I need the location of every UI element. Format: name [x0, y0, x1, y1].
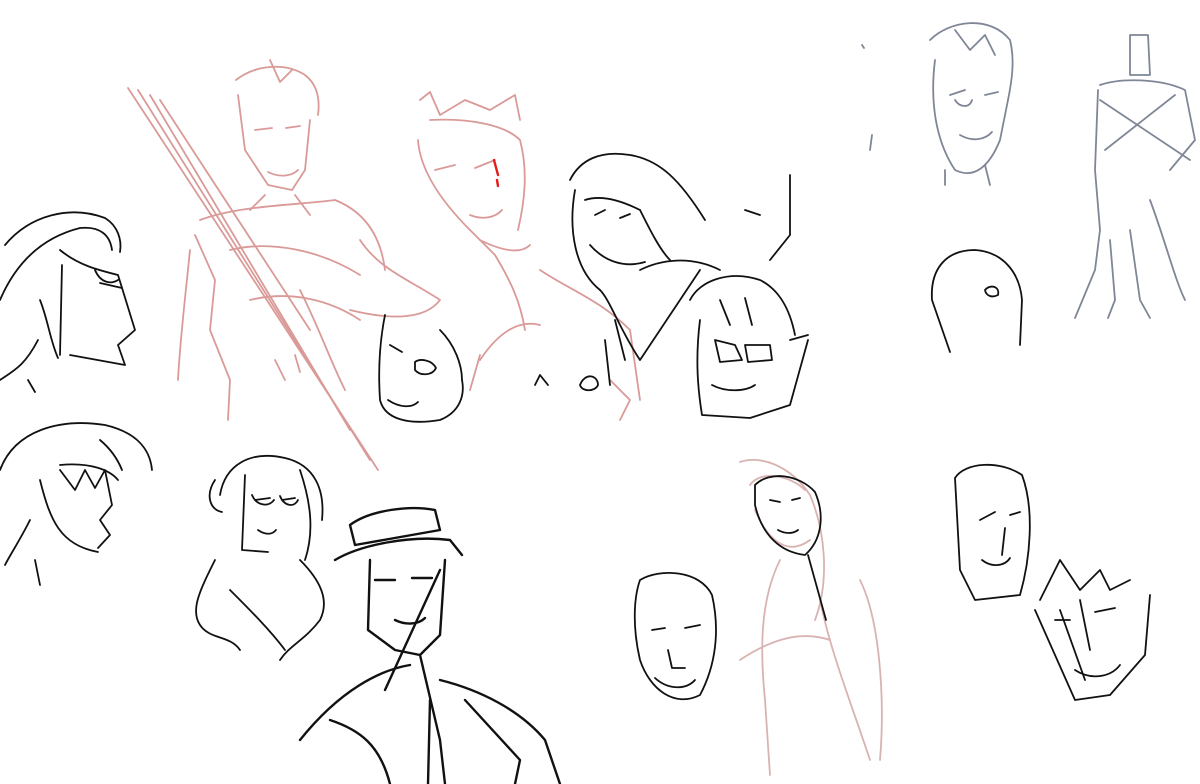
sketch-gray-head — [861, 22, 1014, 186]
sketch-drawing — [0, 22, 1196, 784]
sketch-two-faces-right — [954, 463, 1151, 701]
sketch-red-accent — [492, 158, 500, 188]
sketch-pink-figure-face — [754, 475, 827, 621]
sketch-left-profile-lower — [0, 422, 153, 586]
sketch-pink-figure — [739, 458, 883, 776]
sketch-left-profile-upper — [0, 211, 136, 393]
sketch-gray-standing-figure — [1074, 34, 1196, 319]
sketch-red-bust-right — [417, 91, 641, 421]
sketch-black-face-mid — [378, 314, 599, 423]
sketch-curly-woman — [195, 454, 325, 661]
sketch-long-hair-head — [569, 152, 791, 386]
sketch-hat-man — [298, 506, 562, 784]
sketch-canvas — [0, 0, 1200, 784]
sketch-red-figure-crossed — [127, 59, 441, 471]
sketch-glasses-man — [689, 275, 809, 419]
sketch-egg-head — [931, 249, 1023, 353]
sketch-bald-face — [633, 571, 717, 701]
